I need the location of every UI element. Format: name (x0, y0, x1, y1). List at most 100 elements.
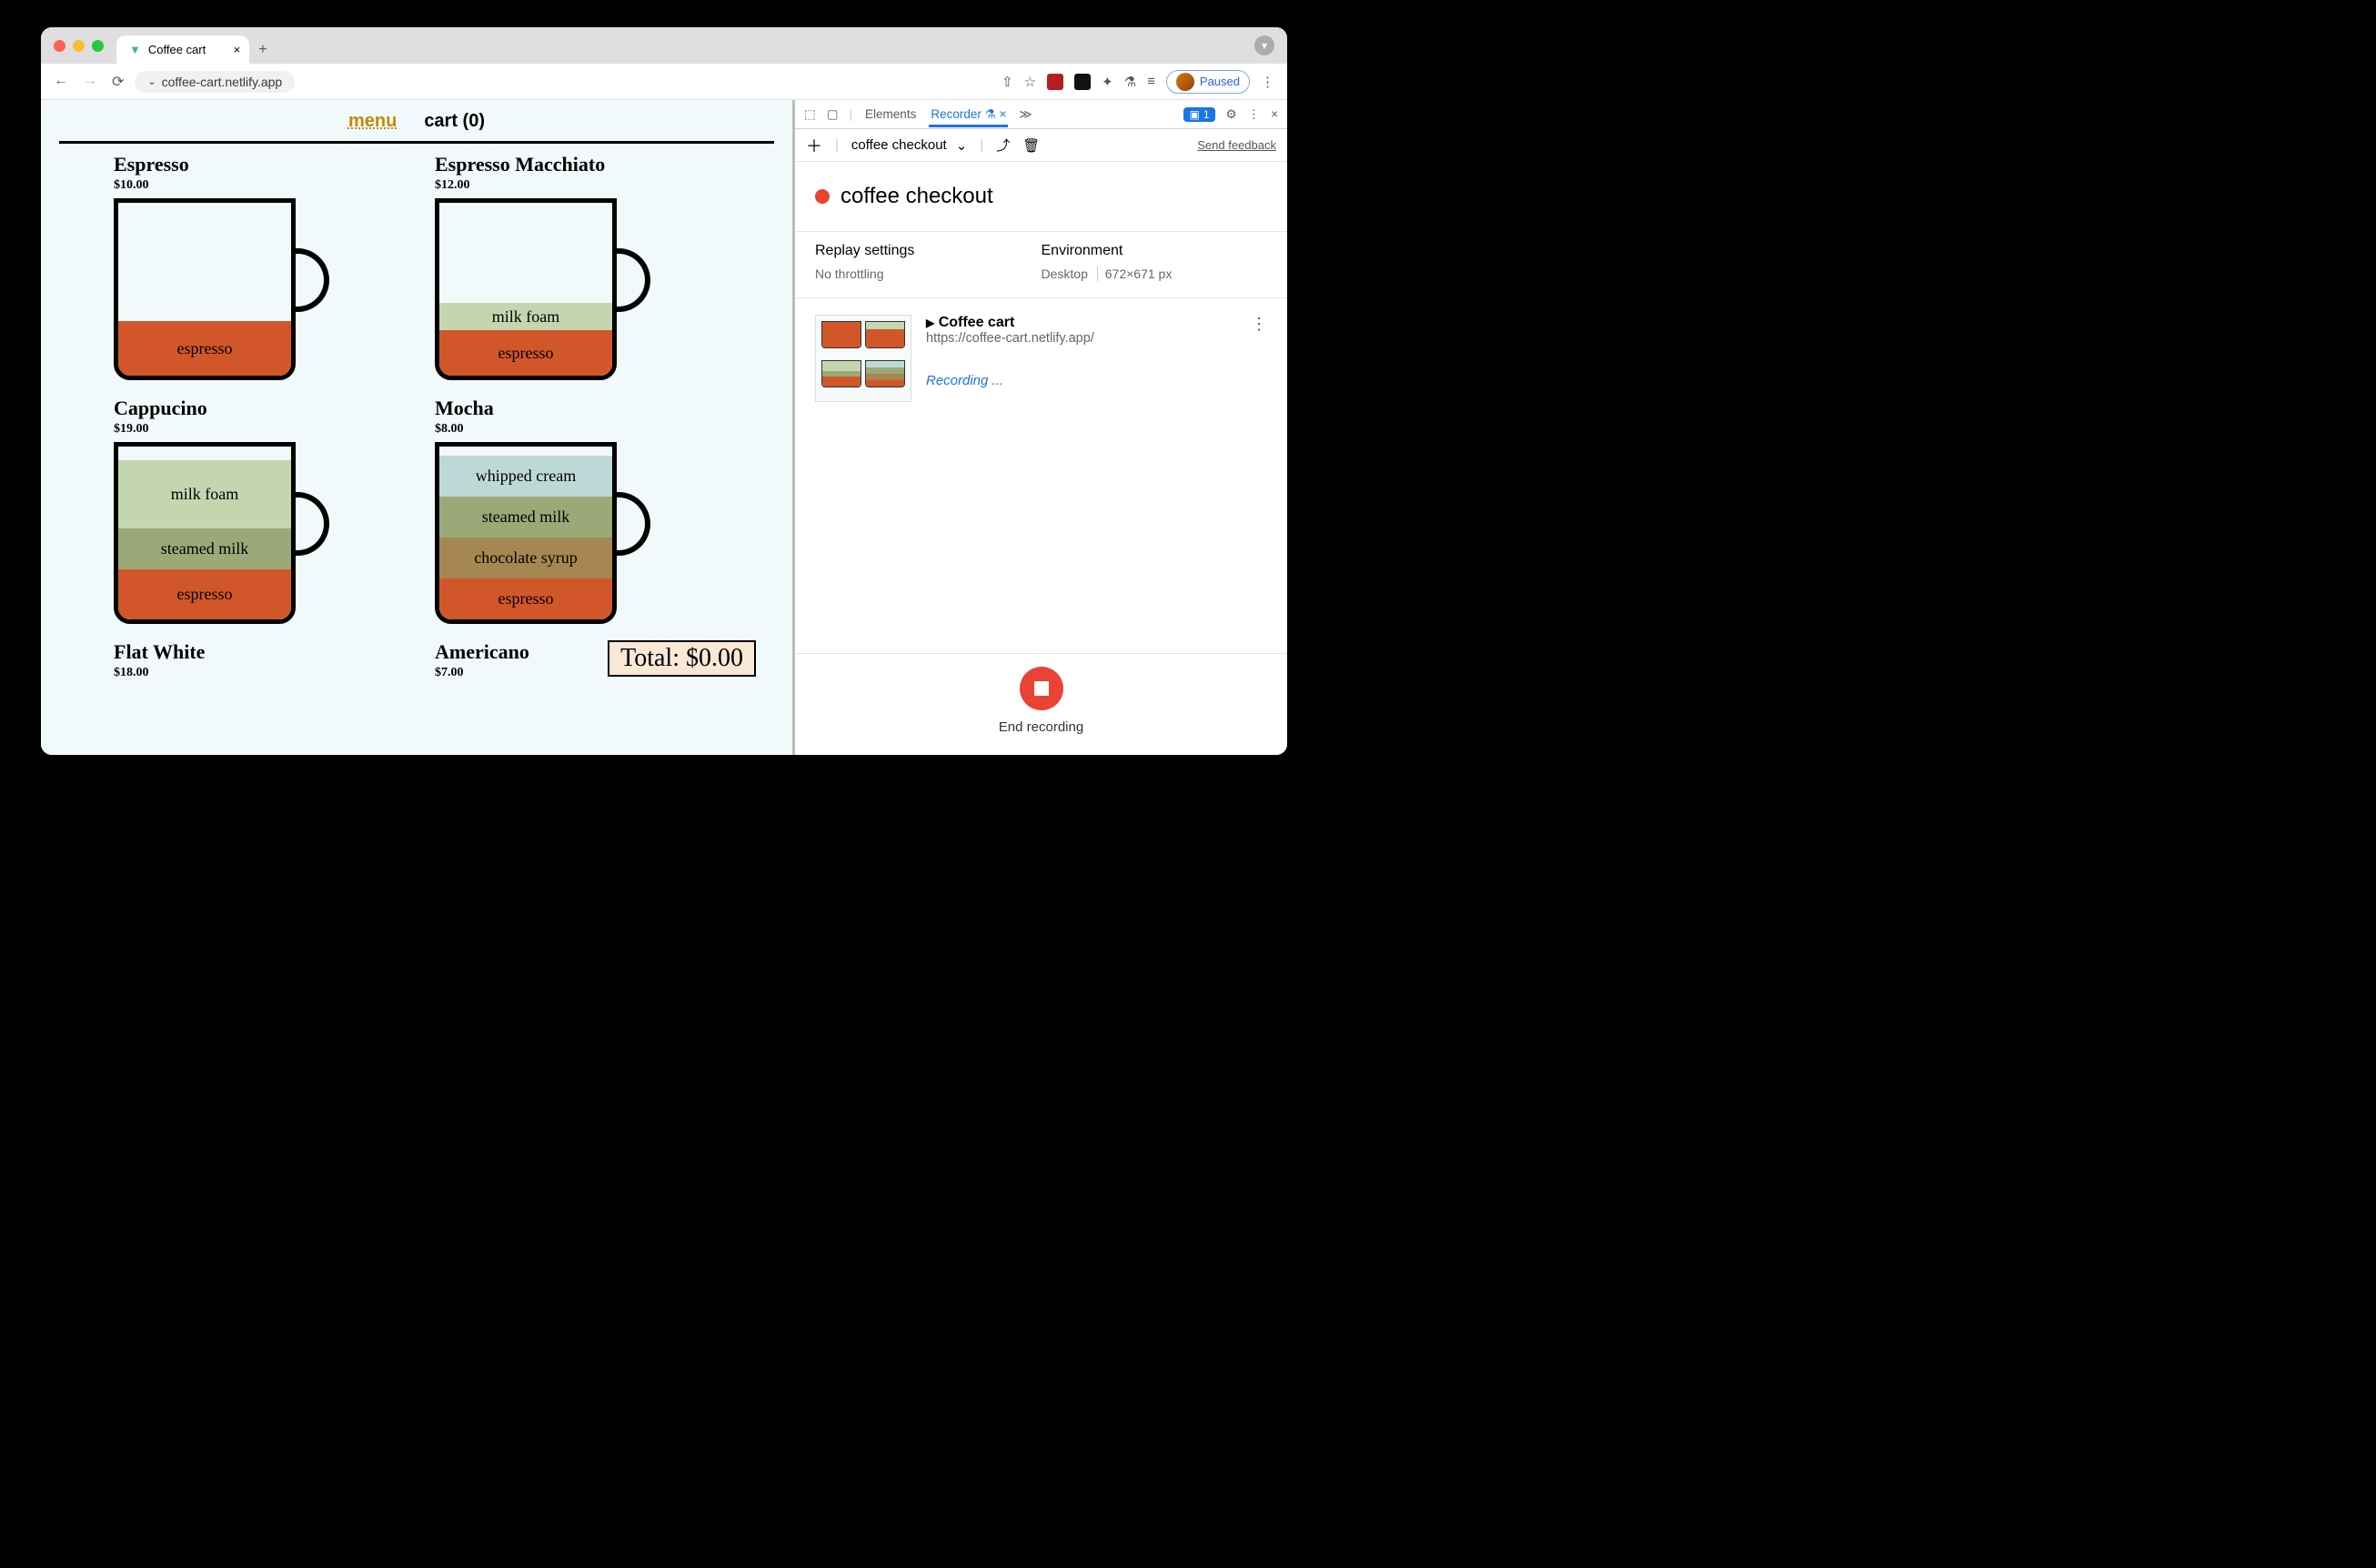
share-icon[interactable]: ⇧ (1002, 74, 1013, 90)
delete-icon[interactable]: 🗑 (1022, 137, 1040, 154)
recording-header: coffee checkout (795, 162, 1287, 231)
menu-item[interactable]: Espresso Macchiato $12.00 milk foamespress… (435, 153, 720, 380)
browser-tab[interactable]: ▼ Coffee cart × (116, 35, 249, 64)
extension-icon[interactable] (1074, 74, 1091, 90)
cup-handle (291, 492, 329, 556)
item-name: Espresso Macchiato (435, 153, 720, 176)
menu-item[interactable]: Cappucino$19.00milk foamsteamed milkespr… (114, 397, 398, 624)
cup-layer-espresso: espresso (118, 321, 291, 376)
cup-layer-milkfoam: milk foam (118, 460, 291, 528)
app-nav: menu cart (0) (41, 100, 792, 141)
close-tab-icon[interactable]: × (234, 43, 241, 56)
step-menu-icon[interactable]: ⋮ (1251, 315, 1267, 334)
step-name: ▶ Coffee cart (926, 315, 1236, 331)
device-toggle-icon[interactable]: ▢ (827, 107, 839, 122)
item-name: Mocha (435, 397, 720, 420)
extension-icon[interactable] (1047, 74, 1063, 90)
nav-cart[interactable]: cart (0) (424, 111, 485, 132)
traffic-lights (54, 40, 104, 52)
cup-graphic: espresso (114, 198, 323, 380)
menu-icon[interactable]: ⋮ (1261, 74, 1274, 90)
nav-menu[interactable]: menu (348, 111, 397, 132)
feedback-link[interactable]: Send feedback (1197, 138, 1276, 152)
window-titlebar: ▼ Coffee cart × + ▾ (41, 27, 1287, 64)
devtools-tabstrip: ⬚ ▢ | Elements Recorder ⚗ × ≫ ▣ 1 ⚙ ⋮ (795, 100, 1287, 129)
environment-value[interactable]: Desktop 672×671 px (1042, 266, 1268, 281)
recorder-toolbar: ＋ | coffee checkout ⌄ | ⤴ 🗑 Send feedbac… (795, 129, 1287, 162)
flask-icon: ⚗ (985, 107, 996, 121)
profile-paused[interactable]: Paused (1166, 70, 1250, 94)
cup-layer-milkfoam: milk foam (439, 303, 612, 330)
inspect-icon[interactable]: ⬚ (804, 107, 816, 122)
cup-layer-espresso: espresso (439, 330, 612, 376)
minimize-window[interactable] (73, 40, 85, 52)
recorder-footer: End recording (795, 653, 1287, 755)
replay-settings-title: Replay settings (815, 243, 1042, 259)
cup-handle (291, 248, 329, 312)
env-device: Desktop (1042, 266, 1088, 281)
address-bar-row: ← → ⟳ ⌄ coffee-cart.netlify.app ⇧ ☆ ✦ ⚗ … (41, 64, 1287, 100)
menu-item[interactable]: Espresso$10.00espresso (114, 153, 398, 380)
cup-handle (612, 492, 650, 556)
new-recording-icon[interactable]: ＋ (806, 134, 822, 157)
close-devtools-icon[interactable]: × (1271, 107, 1278, 121)
total-box[interactable]: Total: $0.00 (608, 640, 756, 677)
address-bar[interactable]: ⌄ coffee-cart.netlify.app (135, 71, 295, 93)
tab-title: Coffee cart (148, 43, 206, 56)
app-page: menu cart (0) Espresso$10.00espressoEspr… (41, 100, 792, 755)
environment-title: Environment (1042, 243, 1268, 259)
end-recording-button[interactable] (1020, 667, 1063, 710)
more-tabs-icon[interactable]: ≫ (1019, 107, 1032, 122)
cup-layer-espresso: espresso (118, 569, 291, 619)
record-indicator-icon (815, 189, 830, 204)
expand-icon[interactable]: ▶ (926, 317, 934, 329)
step-row[interactable]: ▶ Coffee cart https://coffee-cart.netlif… (795, 298, 1287, 418)
message-icon: ▣ (1189, 108, 1199, 121)
item-name: Flat White (114, 640, 398, 664)
paused-label: Paused (1200, 75, 1240, 88)
close-window[interactable] (54, 40, 65, 52)
step-thumbnail (815, 315, 911, 402)
settings-icon[interactable]: ⚙ (1226, 107, 1237, 122)
expand-tabs-icon[interactable]: ▾ (1254, 35, 1274, 55)
close-recorder-tab[interactable]: × (1000, 107, 1007, 121)
cup-layer-choco: chocolate syrup (439, 538, 612, 578)
menu-item[interactable]: Mocha $8.00 whipped creamsteamed milkchoco… (435, 397, 720, 624)
recording-title: coffee checkout (841, 184, 993, 209)
url-text: coffee-cart.netlify.app (162, 75, 283, 89)
replay-throttle-value[interactable]: No throttling (815, 266, 1042, 281)
issues-count: 1 (1203, 108, 1210, 121)
cup-layer-cream: whipped cream (439, 456, 612, 497)
cup-handle (612, 248, 650, 312)
site-info-icon[interactable]: ⌄ (147, 75, 156, 87)
item-name: Espresso (114, 153, 398, 176)
chevron-down-icon: ⌄ (956, 137, 968, 154)
list-icon[interactable]: ≡ (1147, 74, 1155, 89)
cup-layer-espresso: espresso (439, 578, 612, 619)
issues-badge[interactable]: ▣ 1 (1183, 107, 1214, 122)
cup-layer-steamed: steamed milk (439, 497, 612, 538)
menu-item[interactable]: Flat White$18.00 (114, 640, 398, 680)
cup-layer-steamed: steamed milk (118, 528, 291, 569)
recording-dropdown[interactable]: coffee checkout ⌄ (851, 136, 967, 156)
reload-button[interactable]: ⟳ (112, 73, 124, 91)
forward-button[interactable]: → (83, 73, 97, 91)
cup-graphic: milk foamespresso (435, 198, 644, 380)
step-url: https://coffee-cart.netlify.app/ (926, 331, 1236, 346)
tab-elements[interactable]: Elements (863, 102, 918, 126)
item-price: $8.00 (435, 422, 720, 437)
vue-icon: ▼ (129, 43, 141, 56)
devtools-menu-icon[interactable]: ⋮ (1248, 107, 1261, 122)
maximize-window[interactable] (92, 40, 104, 52)
extensions-icon[interactable]: ✦ (1102, 74, 1113, 90)
upload-icon[interactable]: ⤴ (996, 136, 1010, 155)
tab-recorder[interactable]: Recorder ⚗ × (929, 102, 1008, 127)
item-price: $12.00 (435, 178, 720, 193)
tab-recorder-label: Recorder (931, 107, 982, 121)
recorder-settings: Replay settings No throttling Environmen… (795, 231, 1287, 298)
bookmark-icon[interactable]: ☆ (1024, 74, 1036, 90)
end-recording-label: End recording (795, 719, 1287, 735)
flask-icon[interactable]: ⚗ (1124, 74, 1136, 90)
back-button[interactable]: ← (54, 73, 68, 91)
new-tab-button[interactable]: + (249, 36, 276, 64)
